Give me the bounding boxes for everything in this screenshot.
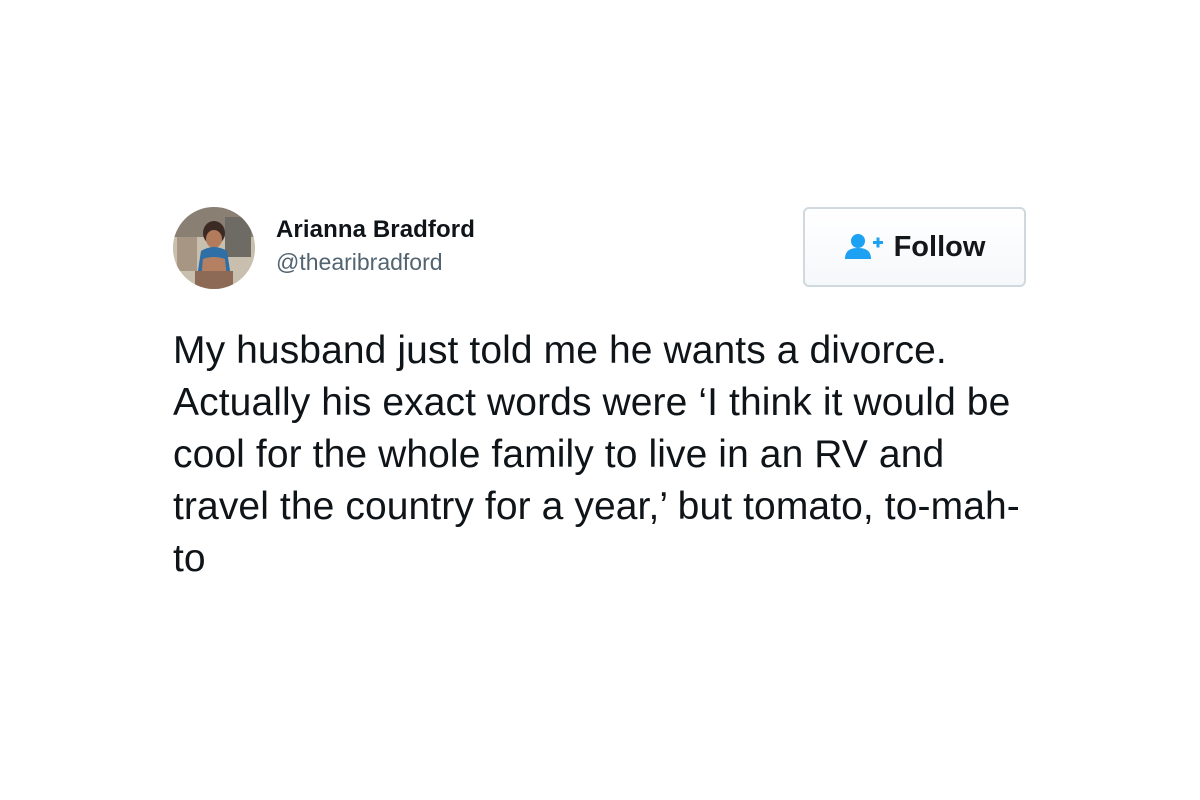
follow-button[interactable]: Follow [803, 207, 1026, 287]
follow-button-label: Follow [893, 230, 986, 263]
tweet-header: Arianna Bradford @thearibradford Follow [173, 205, 1030, 293]
add-user-icon [844, 232, 884, 262]
tweet-card: Arianna Bradford @thearibradford Follow … [173, 205, 1030, 585]
avatar[interactable] [173, 207, 255, 289]
avatar-photo [173, 207, 255, 289]
author-display-name[interactable]: Arianna Bradford [276, 215, 475, 245]
author-handle[interactable]: @thearibradford [276, 247, 475, 277]
tweet-text: My husband just told me he wants a divor… [173, 329, 1020, 580]
author-names: Arianna Bradford @thearibradford [276, 215, 475, 277]
